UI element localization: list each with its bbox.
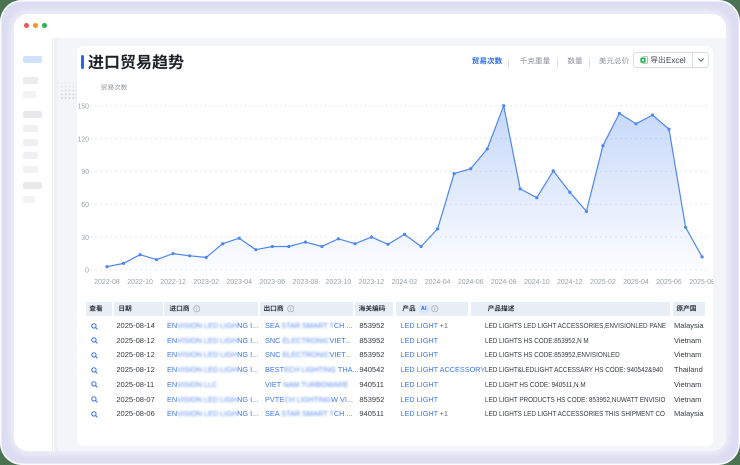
svg-text:0: 0	[85, 268, 89, 275]
svg-text:2024-10: 2024-10	[524, 279, 550, 286]
svg-text:30: 30	[81, 235, 89, 242]
svg-text:2025-08: 2025-08	[689, 279, 713, 286]
svg-text:2024-08: 2024-08	[491, 279, 517, 286]
svg-text:2024-12: 2024-12	[557, 279, 583, 286]
svg-text:2023-02: 2023-02	[193, 279, 219, 286]
svg-text:2022-08: 2022-08	[94, 279, 120, 286]
svg-text:2023-06: 2023-06	[259, 279, 285, 286]
svg-text:150: 150	[77, 103, 89, 110]
svg-text:60: 60	[81, 202, 89, 209]
svg-text:2025-04: 2025-04	[623, 279, 649, 286]
svg-text:2025-06: 2025-06	[656, 279, 682, 286]
svg-text:2023-04: 2023-04	[226, 279, 252, 286]
svg-text:90: 90	[81, 169, 89, 176]
svg-text:2025-02: 2025-02	[590, 279, 616, 286]
svg-text:2022-10: 2022-10	[127, 279, 153, 286]
svg-text:2022-12: 2022-12	[160, 279, 186, 286]
svg-text:2023-10: 2023-10	[326, 279, 352, 286]
svg-text:2024-04: 2024-04	[425, 279, 451, 286]
svg-text:2023-12: 2023-12	[359, 279, 385, 286]
svg-text:120: 120	[77, 136, 89, 143]
svg-text:2023-08: 2023-08	[293, 279, 319, 286]
svg-text:2024-06: 2024-06	[458, 279, 484, 286]
svg-text:2024-02: 2024-02	[392, 279, 418, 286]
